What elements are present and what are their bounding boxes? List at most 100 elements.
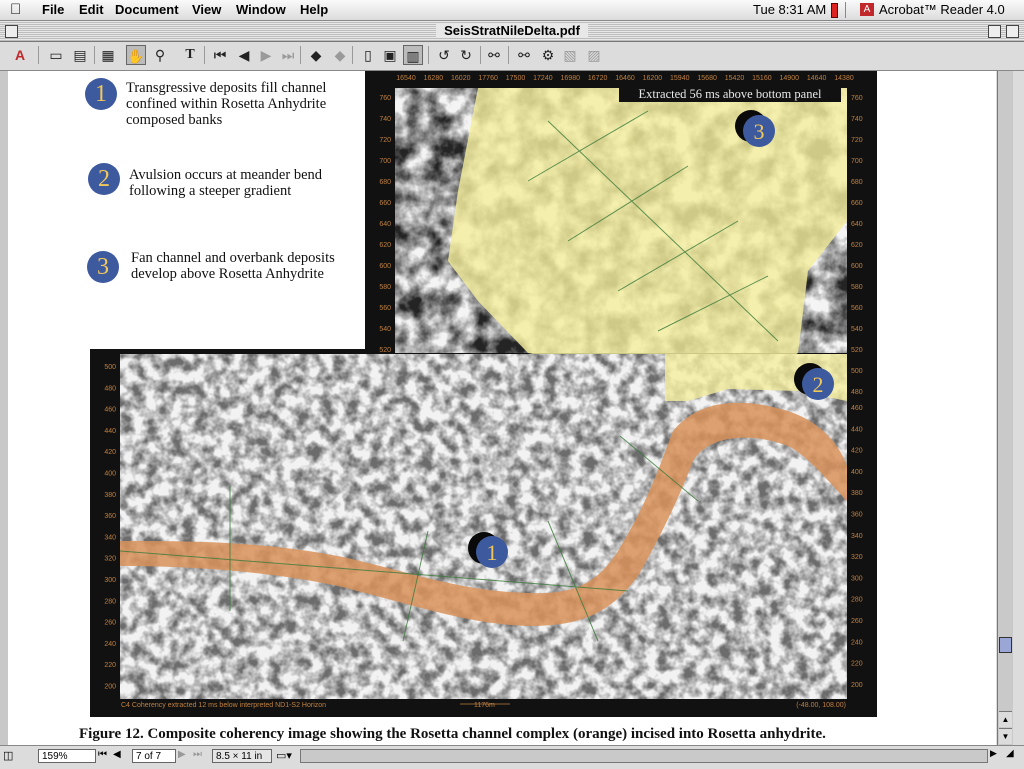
axis-tick-label: 680 <box>379 179 391 186</box>
acrobat-app-icon[interactable]: A <box>860 3 874 16</box>
menu-window[interactable]: Window <box>236 2 286 17</box>
scroll-thumb[interactable] <box>999 637 1012 653</box>
axis-tick-label: 16280 <box>424 75 444 82</box>
window-title-bar[interactable]: SeisStratNileDelta.pdf <box>0 21 1024 42</box>
close-box-icon[interactable] <box>5 25 18 38</box>
figure-caption: Figure 12. Composite coherency image sho… <box>79 726 826 742</box>
axis-tick-label: 300 <box>851 575 863 582</box>
actual-size-icon[interactable]: ▯ <box>358 45 378 65</box>
axis-tick-label: 16540 <box>396 75 416 82</box>
axis-tick-label: 340 <box>104 534 116 541</box>
axis-tick-label: 16720 <box>588 75 608 82</box>
first-page-icon[interactable]: ⏮ <box>98 749 107 760</box>
print-icon[interactable]: ▤ <box>70 45 90 65</box>
menu-edit[interactable]: Edit <box>79 2 104 17</box>
hand-tool-icon[interactable]: ✋ <box>126 45 146 65</box>
find-icon[interactable]: ⚯ <box>484 45 504 65</box>
last-page-icon[interactable]: ⏭ <box>193 749 202 760</box>
axis-tick-label: 16020 <box>451 75 471 82</box>
horizontal-scrollbar[interactable] <box>300 749 988 763</box>
page-layout-icon[interactable]: ▭▾ <box>276 749 292 762</box>
axis-tick-label: 240 <box>104 641 116 648</box>
axis-tick-label: 360 <box>104 513 116 520</box>
next-page-icon[interactable]: ▶ <box>256 45 276 65</box>
text-select-icon[interactable]: T <box>180 45 200 65</box>
axis-tick-label: 200 <box>104 684 116 691</box>
axis-tick-label: 680 <box>851 179 863 186</box>
document-page[interactable]: 1 Transgressive deposits fill channel co… <box>8 71 996 745</box>
axis-tick-label: 540 <box>379 326 391 333</box>
zoom-tool-icon[interactable]: ⚲ <box>150 45 170 65</box>
previous-highlight-icon[interactable]: ▧ <box>560 45 580 65</box>
marker-label: 1 <box>487 540 498 565</box>
axis-tick-label: 16980 <box>561 75 581 82</box>
axis-tick-label: 560 <box>851 305 863 312</box>
axis-tick-label: 620 <box>379 242 391 249</box>
axis-tick-label: 380 <box>104 492 116 499</box>
axis-tick-label: 740 <box>851 116 863 123</box>
axis-tick-label: 640 <box>379 221 391 228</box>
search-icon[interactable]: ⚯ <box>514 45 534 65</box>
collapse-box-icon[interactable] <box>1006 25 1019 38</box>
go-back-icon[interactable]: ◆ <box>306 45 326 65</box>
scroll-right-arrow-icon[interactable]: ▶ <box>990 748 997 759</box>
menubar-clock[interactable]: Tue 8:31 AM <box>753 2 826 17</box>
go-forward-icon[interactable]: ◆ <box>330 45 350 65</box>
search-results-icon[interactable]: ⚙ <box>538 45 558 65</box>
axis-tick-label: 720 <box>379 137 391 144</box>
apple-menu-icon[interactable]:  <box>10 1 21 18</box>
toolbar-separator <box>38 46 39 64</box>
axis-tick-label: 14900 <box>780 75 800 82</box>
menu-help[interactable]: Help <box>300 2 328 17</box>
rotate-left-icon[interactable]: ↺ <box>434 45 454 65</box>
first-page-icon[interactable]: ⏮ <box>210 45 230 65</box>
axis-tick-label: 440 <box>104 428 116 435</box>
battery-icon <box>831 3 838 18</box>
resize-grip-icon[interactable]: ◢ <box>1006 748 1014 759</box>
vertical-scrollbar[interactable]: ▲ ▼ <box>997 71 1014 745</box>
axis-tick-label: 260 <box>851 618 863 625</box>
axis-tick-label: 420 <box>851 448 863 455</box>
scroll-up-arrow-icon[interactable]: ▲ <box>999 711 1012 727</box>
next-page-icon[interactable]: ▶ <box>178 749 186 760</box>
rotate-right-icon[interactable]: ↻ <box>456 45 476 65</box>
axis-tick-label: 300 <box>104 577 116 584</box>
axis-tick-label: 580 <box>851 284 863 291</box>
seismic-figure: Extracted 56 ms above bottom panel 16540… <box>90 71 877 717</box>
status-bar: ◫ 159% ⏮ ◀ 7 of 7 ▶ ⏭ 8.5 × 11 in ▭▾ ▶ ◢ <box>0 745 1024 769</box>
scale-label: 1176m <box>474 702 495 709</box>
toolbar-separator <box>300 46 301 64</box>
axis-tick-label: 15940 <box>670 75 690 82</box>
axis-tick-label: 14380 <box>834 75 854 82</box>
previous-page-icon[interactable]: ◀ <box>234 45 254 65</box>
show-bookmarks-icon[interactable]: ▦ <box>98 45 118 65</box>
axis-tick-label: 480 <box>851 389 863 396</box>
open-file-icon[interactable]: ▭ <box>46 45 66 65</box>
acrobat-logo-icon[interactable]: A <box>10 45 30 65</box>
zoom-field[interactable]: 159% <box>38 749 96 763</box>
scroll-down-arrow-icon[interactable]: ▼ <box>999 728 1012 744</box>
page-number-field[interactable]: 7 of 7 <box>132 749 176 763</box>
toolbar-separator <box>352 46 353 64</box>
axis-tick-label: 700 <box>379 158 391 165</box>
window-right-edge <box>1013 71 1024 745</box>
bottom-panel-caption: C4 Coherency extracted 12 ms below inter… <box>121 702 326 709</box>
axis-tick-label: 560 <box>379 305 391 312</box>
axis-tick-label: 500 <box>104 364 116 371</box>
axis-tick-label: 16200 <box>643 75 663 82</box>
next-highlight-icon[interactable]: ▨ <box>584 45 604 65</box>
last-page-icon[interactable]: ⏭ <box>278 45 298 65</box>
menu-view[interactable]: View <box>192 2 221 17</box>
menu-document[interactable]: Document <box>115 2 179 17</box>
axis-tick-label: 320 <box>851 554 863 561</box>
fit-in-window-icon[interactable]: ▣ <box>380 45 400 65</box>
menu-file[interactable]: File <box>42 2 64 17</box>
zoom-box-icon[interactable] <box>988 25 1001 38</box>
axis-tick-label: 600 <box>379 263 391 270</box>
axis-tick-label: 17240 <box>533 75 553 82</box>
previous-page-icon[interactable]: ◀ <box>113 749 121 760</box>
fit-width-icon[interactable]: ▥ <box>403 45 423 65</box>
application-menu[interactable]: Acrobat™ Reader 4.0 <box>879 2 1005 17</box>
axis-tick-label: 340 <box>851 533 863 540</box>
toggle-navigation-icon[interactable]: ◫ <box>3 749 13 762</box>
